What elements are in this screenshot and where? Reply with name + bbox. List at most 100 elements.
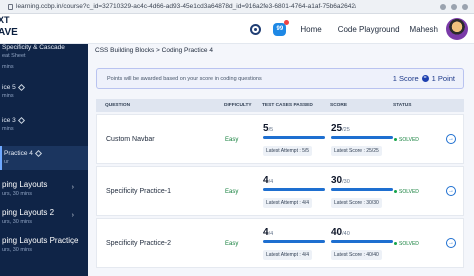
header-status: STATUS xyxy=(393,103,412,108)
table-row[interactable]: Specificity Practice-1 Easy 4/4 Latest A… xyxy=(96,166,464,216)
score-conversion: 1 Score = 1 Point xyxy=(393,74,455,83)
latest-score: Latest Score : 30/30 xyxy=(331,198,382,208)
latest-attempt: Latest Attempt : 4/4 xyxy=(263,198,313,208)
tests-total: /4 xyxy=(268,179,274,185)
browser-address-bar[interactable]: learning.ccbp.in/course?c_id=32710329-ac… xyxy=(0,0,474,14)
notification-count: 99 xyxy=(276,25,284,32)
tests-progress-bar xyxy=(263,188,325,191)
sidebar-item-sub: mins xyxy=(2,64,14,70)
points-info-message: Points will be awarded based on your sco… xyxy=(107,75,262,82)
sidebar-item[interactable]: ice 3 mins xyxy=(0,116,88,132)
score-progress-bar xyxy=(331,240,393,243)
browser-extensions xyxy=(440,3,468,10)
table-row[interactable]: Specificity Practice-2 Easy 4/4 Latest A… xyxy=(96,218,464,268)
sidebar-item[interactable]: ping Layouts urs, 30 mins › xyxy=(0,180,88,197)
tests-passed-metric: 4/4 Latest Attempt : 4/4 xyxy=(263,175,325,209)
score-value: 40 xyxy=(331,227,343,238)
tests-passed-metric: 4/4 Latest Attempt : 4/4 xyxy=(263,227,325,261)
sidebar-item-sub: mins xyxy=(2,93,14,99)
score-progress-bar xyxy=(331,188,393,191)
question-title[interactable]: Specificity Practice-2 xyxy=(106,240,171,247)
brand-line-1: XT xyxy=(0,15,10,25)
status-badge: SOLVED xyxy=(394,137,419,143)
extension-icon[interactable] xyxy=(440,3,446,10)
edit-icon xyxy=(17,116,25,124)
latest-attempt: Latest Attempt : 4/4 xyxy=(263,250,313,260)
sidebar-item-title: ice 5 xyxy=(2,84,16,91)
url-text[interactable]: learning.ccbp.in/course?c_id=32710329-ac… xyxy=(16,3,356,10)
difficulty-label: Easy xyxy=(225,137,239,143)
nav-right-group: 99 Home Code Playground Mahesh xyxy=(250,14,468,44)
tests-progress-bar xyxy=(263,240,325,243)
arrow-right-icon[interactable]: → xyxy=(446,186,456,196)
notification-dot xyxy=(284,19,290,25)
extension-icon[interactable] xyxy=(451,3,457,10)
edit-icon xyxy=(17,83,25,91)
status-badge: SOLVED xyxy=(394,241,419,247)
top-navigation: XT AVE 99 Home Code Playground Mahesh xyxy=(0,14,474,44)
nav-code-playground-link[interactable]: Code Playground xyxy=(338,25,400,34)
score-total: /30 xyxy=(342,179,350,185)
point-label: 1 Point xyxy=(431,74,455,83)
sidebar-item-sub: eat Sheet xyxy=(2,53,26,59)
table-row[interactable]: Custom Navbar Easy 5/5 Latest Attempt : … xyxy=(96,114,464,164)
sidebar-item[interactable]: ping Layouts 2 urs, 30 mins › xyxy=(0,208,88,225)
sidebar-item-title: ping Layouts 2 xyxy=(2,208,55,217)
sidebar-item-title: ice 3 xyxy=(2,117,16,124)
brand-line-2: AVE xyxy=(0,27,18,38)
header-score: SCORE xyxy=(330,103,348,108)
avatar[interactable] xyxy=(446,18,468,40)
question-title[interactable]: Specificity Practice-1 xyxy=(106,188,171,195)
lock-icon xyxy=(8,3,13,10)
sidebar-item[interactable]: Specificity & Cascade eat Sheet xyxy=(0,44,88,59)
score-progress-bar xyxy=(331,136,393,139)
sidebar-item-title: Specificity & Cascade xyxy=(2,44,65,51)
sidebar-item[interactable]: mins xyxy=(0,62,88,70)
score-total: /40 xyxy=(342,231,350,237)
score-value: 25 xyxy=(331,123,343,134)
difficulty-label: Easy xyxy=(225,241,239,247)
arrow-right-icon[interactable]: → xyxy=(446,134,456,144)
sidebar-item-sub: mins xyxy=(2,126,14,132)
score-value: 30 xyxy=(331,175,343,186)
user-name[interactable]: Mahesh xyxy=(410,25,438,34)
equals-icon: = xyxy=(421,75,429,82)
latest-attempt: Latest Attempt : 5/5 xyxy=(263,146,313,156)
question-title[interactable]: Custom Navbar xyxy=(106,136,155,143)
sidebar-item[interactable]: ice 5 mins xyxy=(0,83,88,99)
extension-icon[interactable] xyxy=(462,3,468,10)
compass-icon[interactable] xyxy=(250,23,262,35)
nav-home-link[interactable]: Home xyxy=(300,25,321,34)
sidebar-item-title: Practice 4 xyxy=(4,150,33,157)
course-sidebar: Specificity & Cascade eat Sheet mins ice… xyxy=(0,44,88,276)
sidebar-item-sub: urs, 30 mins xyxy=(2,247,32,253)
sidebar-item[interactable]: ping Layouts Practice urs, 30 mins › xyxy=(0,236,88,253)
arrow-right-icon[interactable]: → xyxy=(446,238,456,248)
latest-score: Latest Score : 40/40 xyxy=(331,250,382,260)
score-label: 1 Score xyxy=(392,74,419,83)
score-metric: 30/30 Latest Score : 30/30 xyxy=(331,175,393,209)
chevron-right-icon: › xyxy=(71,184,74,191)
sidebar-item-title: ping Layouts xyxy=(2,180,48,189)
header-tests-passed: TEST CASES PASSED xyxy=(262,103,313,108)
sidebar-item-active[interactable]: Practice 4 ur xyxy=(0,146,88,170)
breadcrumb[interactable]: CSS Building Blocks > Coding Practice 4 xyxy=(95,47,213,54)
tests-total: /4 xyxy=(268,231,274,237)
header-question: QUESTION xyxy=(105,103,131,108)
brand-logo[interactable]: XT AVE xyxy=(0,14,18,38)
edit-icon xyxy=(34,149,42,157)
points-info-banner: Points will be awarded based on your sco… xyxy=(96,68,464,89)
status-badge: SOLVED xyxy=(394,189,419,195)
sidebar-item-sub: ur xyxy=(4,159,9,165)
chevron-right-icon: › xyxy=(71,240,74,247)
sidebar-item-sub: urs, 30 mins xyxy=(2,191,32,197)
score-metric: 25/25 Latest Score : 25/25 xyxy=(331,123,393,157)
tests-progress-bar xyxy=(263,136,325,139)
tests-passed-metric: 5/5 Latest Attempt : 5/5 xyxy=(263,123,325,157)
score-metric: 40/40 Latest Score : 40/40 xyxy=(331,227,393,261)
table-header: QUESTION DIFFICULTY TEST CASES PASSED SC… xyxy=(96,99,464,112)
header-difficulty: DIFFICULTY xyxy=(224,103,252,108)
notifications-icon[interactable]: 99 xyxy=(273,19,290,36)
difficulty-label: Easy xyxy=(225,189,239,195)
score-total: /25 xyxy=(342,127,350,133)
